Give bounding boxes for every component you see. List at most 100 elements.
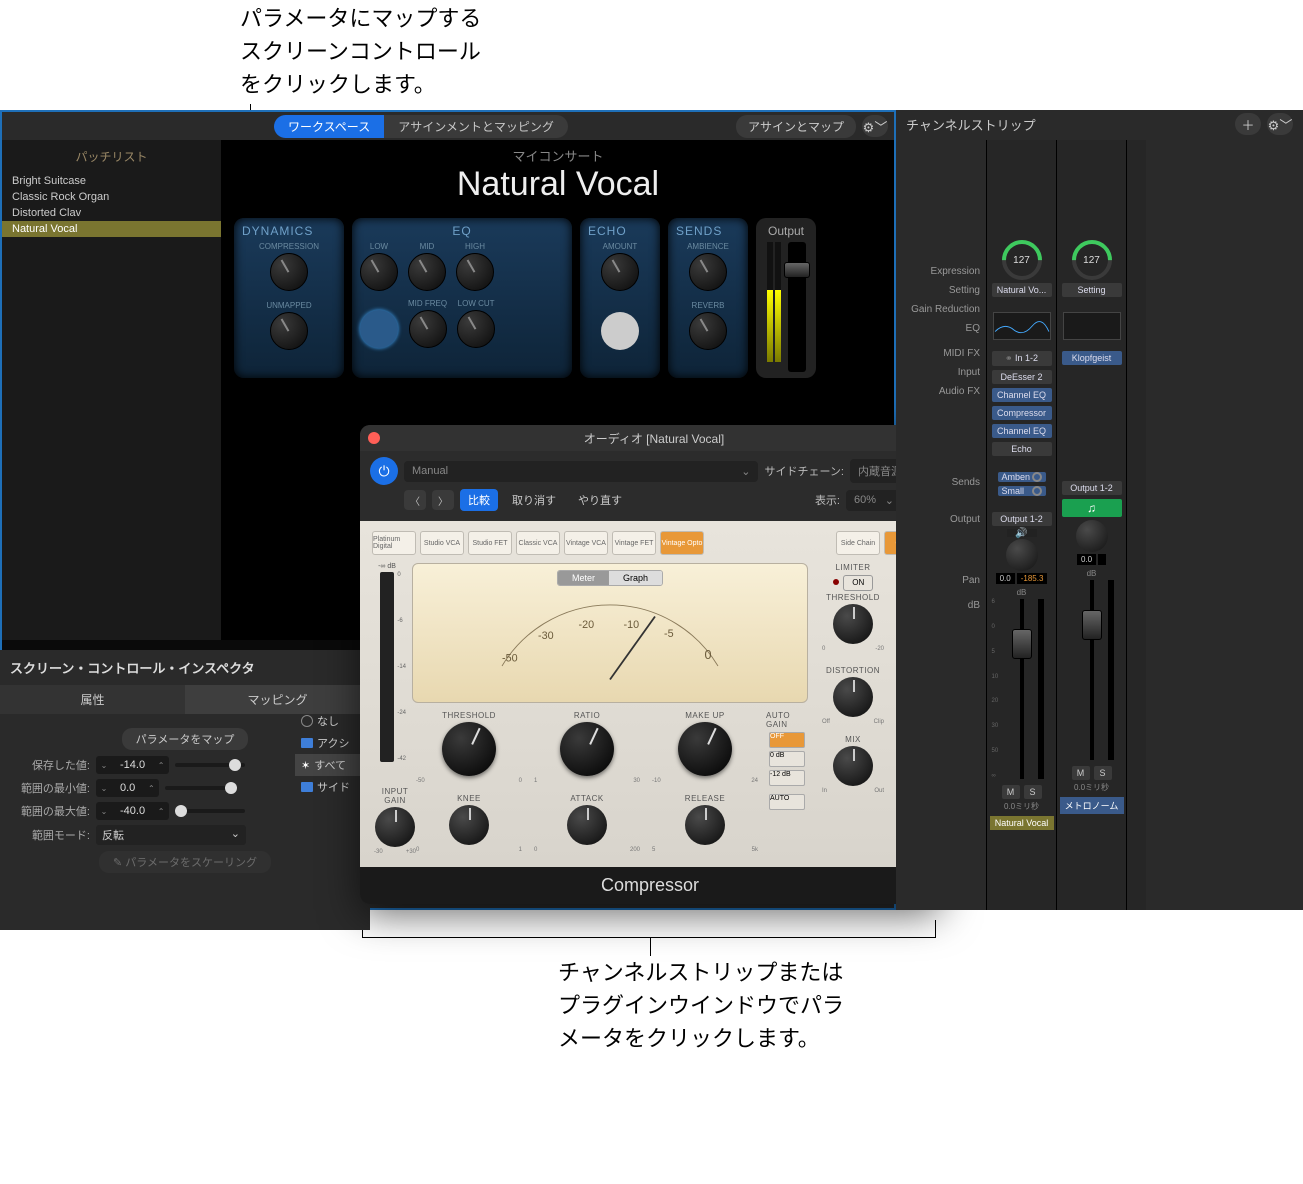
echo-amount-knob[interactable] — [601, 253, 639, 291]
view-segmented[interactable]: ワークスペース アサインメントとマッピング — [274, 115, 568, 138]
circuit-classic-vca[interactable]: Classic VCA — [516, 531, 560, 555]
makeup-knob[interactable] — [678, 722, 732, 776]
eq-midfreq-knob[interactable] — [409, 310, 447, 348]
eq-thumbnail[interactable] — [993, 312, 1051, 340]
music-icon[interactable]: ♫ — [1062, 499, 1122, 517]
preset-dropdown[interactable]: Manual⌄ — [404, 461, 758, 482]
patch-item[interactable]: Bright Suitcase — [2, 173, 221, 189]
channel-gear-icon[interactable]: ⚙︎﹀ — [1267, 113, 1293, 135]
volume-fader[interactable] — [1062, 580, 1122, 760]
patch-item[interactable]: Classic Rock Organ — [2, 189, 221, 205]
vu-meter-tab[interactable]: Meter — [558, 571, 609, 585]
send-slot[interactable]: Small — [998, 486, 1046, 496]
limiter-threshold-knob[interactable] — [833, 604, 873, 644]
echo-toggle-button[interactable] — [601, 312, 639, 350]
prev-button[interactable]: 〈 — [404, 490, 426, 510]
knee-label: KNEE — [412, 794, 526, 803]
auto-release-button[interactable]: AUTO — [769, 794, 805, 810]
ambience-knob[interactable] — [689, 253, 727, 291]
expression-knob[interactable]: 127 — [1072, 240, 1112, 280]
mute-button[interactable]: M — [1002, 785, 1020, 799]
view-label: 表示: — [815, 492, 840, 508]
eq-toggle-button[interactable] — [360, 310, 398, 348]
range-min-stepper[interactable]: ⌄0.0⌃ — [96, 779, 159, 797]
solo-button[interactable]: S — [1094, 766, 1112, 780]
output-slot[interactable]: Output 1-2 — [992, 512, 1052, 526]
mute-button[interactable]: M — [1072, 766, 1090, 780]
input-slot[interactable]: ⚭ In 1-2 — [992, 351, 1052, 366]
plugin-footer: Compressor — [360, 867, 940, 904]
expression-knob[interactable]: 127 — [1002, 240, 1042, 280]
compression-knob[interactable] — [270, 253, 308, 291]
circuit-vintage-vca[interactable]: Vintage VCA — [564, 531, 608, 555]
circuit-platinum[interactable]: Platinum Digital — [372, 531, 416, 555]
tab-attributes[interactable]: 属性 — [0, 685, 185, 714]
eq-lowcut-knob[interactable] — [457, 310, 495, 348]
solo-button[interactable]: S — [1024, 785, 1042, 799]
circuit-studio-vca[interactable]: Studio VCA — [420, 531, 464, 555]
tab-assign-mapping[interactable]: アサインメントとマッピング — [384, 115, 568, 138]
reverb-knob[interactable] — [689, 312, 727, 350]
patch-item[interactable]: Distorted Clav — [2, 205, 221, 221]
fx-slot[interactable]: DeEsser 2 — [992, 370, 1052, 384]
eq-thumbnail[interactable] — [1063, 312, 1121, 340]
eq-mid-knob[interactable] — [408, 253, 446, 291]
circuit-vintage-opto[interactable]: Vintage Opto — [660, 531, 704, 555]
limiter-on-button[interactable]: ON — [843, 575, 873, 591]
pan-knob[interactable] — [1076, 520, 1108, 552]
fx-slot[interactable]: Channel EQ — [992, 388, 1052, 402]
volume-fader[interactable]: 60510203050∞ — [992, 599, 1052, 779]
sidechain-btn[interactable]: Side Chain — [836, 531, 880, 555]
gear-dropdown-icon[interactable]: ⚙︎﹀ — [862, 115, 888, 137]
autogain-off[interactable]: OFF — [769, 732, 805, 748]
circuit-vintage-fet[interactable]: Vintage FET — [612, 531, 656, 555]
input-slot[interactable]: Klopfgeist — [1062, 351, 1122, 365]
assign-and-map-button[interactable]: アサインとマップ — [736, 115, 856, 138]
vu-toggle[interactable]: Meter Graph — [557, 570, 663, 586]
autogain-0db[interactable]: 0 dB — [769, 751, 805, 767]
eq-high-knob[interactable] — [456, 253, 494, 291]
ratio-knob[interactable] — [560, 722, 614, 776]
output-slot[interactable]: Output 1-2 — [1062, 481, 1122, 495]
knee-knob[interactable] — [449, 805, 489, 845]
channel-name[interactable]: メトロノーム — [1060, 797, 1124, 814]
undo-button[interactable]: 取り消す — [504, 489, 564, 511]
power-button[interactable]: ⏻ — [370, 457, 398, 485]
saved-value-slider[interactable] — [175, 763, 245, 767]
pan-knob[interactable] — [1006, 539, 1038, 571]
unmapped-knob[interactable] — [270, 312, 308, 350]
threshold-knob[interactable] — [442, 722, 496, 776]
fx-slot[interactable]: Channel EQ — [992, 424, 1052, 438]
range-max-slider[interactable] — [175, 809, 245, 813]
attack-knob[interactable] — [567, 805, 607, 845]
release-knob[interactable] — [685, 805, 725, 845]
circuit-studio-fet[interactable]: Studio FET — [468, 531, 512, 555]
next-button[interactable]: 〉 — [432, 490, 454, 510]
distortion-knob[interactable] — [833, 677, 873, 717]
view-zoom-select[interactable]: 60%⌄ — [846, 490, 902, 511]
send-slot[interactable]: Amben — [998, 472, 1046, 482]
strip-name-top[interactable]: Setting — [1062, 283, 1122, 297]
range-max-stepper[interactable]: ⌄-40.0⌃ — [96, 802, 169, 820]
add-channel-icon[interactable]: ＋ — [1235, 113, 1261, 135]
compare-button[interactable]: 比較 — [460, 489, 498, 511]
output-fader[interactable] — [788, 242, 806, 372]
input-gain-knob[interactable] — [375, 807, 415, 847]
mix-knob[interactable] — [833, 746, 873, 786]
plugin-titlebar[interactable]: オーディオ [Natural Vocal] ⊕ — [360, 425, 940, 451]
tab-workspace[interactable]: ワークスペース — [274, 115, 384, 138]
close-icon[interactable] — [368, 432, 380, 444]
range-min-slider[interactable] — [165, 786, 235, 790]
redo-button[interactable]: やり直す — [570, 489, 630, 511]
range-mode-select[interactable]: 反転⌄ — [96, 825, 246, 845]
vu-graph-tab[interactable]: Graph — [609, 571, 662, 585]
fx-slot[interactable]: Compressor — [992, 406, 1052, 420]
saved-value-stepper[interactable]: ⌄-14.0⌃ — [96, 756, 169, 774]
fx-slot[interactable]: Echo — [992, 442, 1052, 456]
map-parameter-button[interactable]: パラメータをマップ — [122, 728, 249, 750]
autogain-12db[interactable]: -12 dB — [769, 770, 805, 786]
patch-item-selected[interactable]: Natural Vocal — [2, 221, 221, 237]
strip-name-top[interactable]: Natural Vo... — [992, 283, 1052, 297]
eq-low-knob[interactable] — [360, 253, 398, 291]
channel-name[interactable]: Natural Vocal — [990, 816, 1054, 830]
